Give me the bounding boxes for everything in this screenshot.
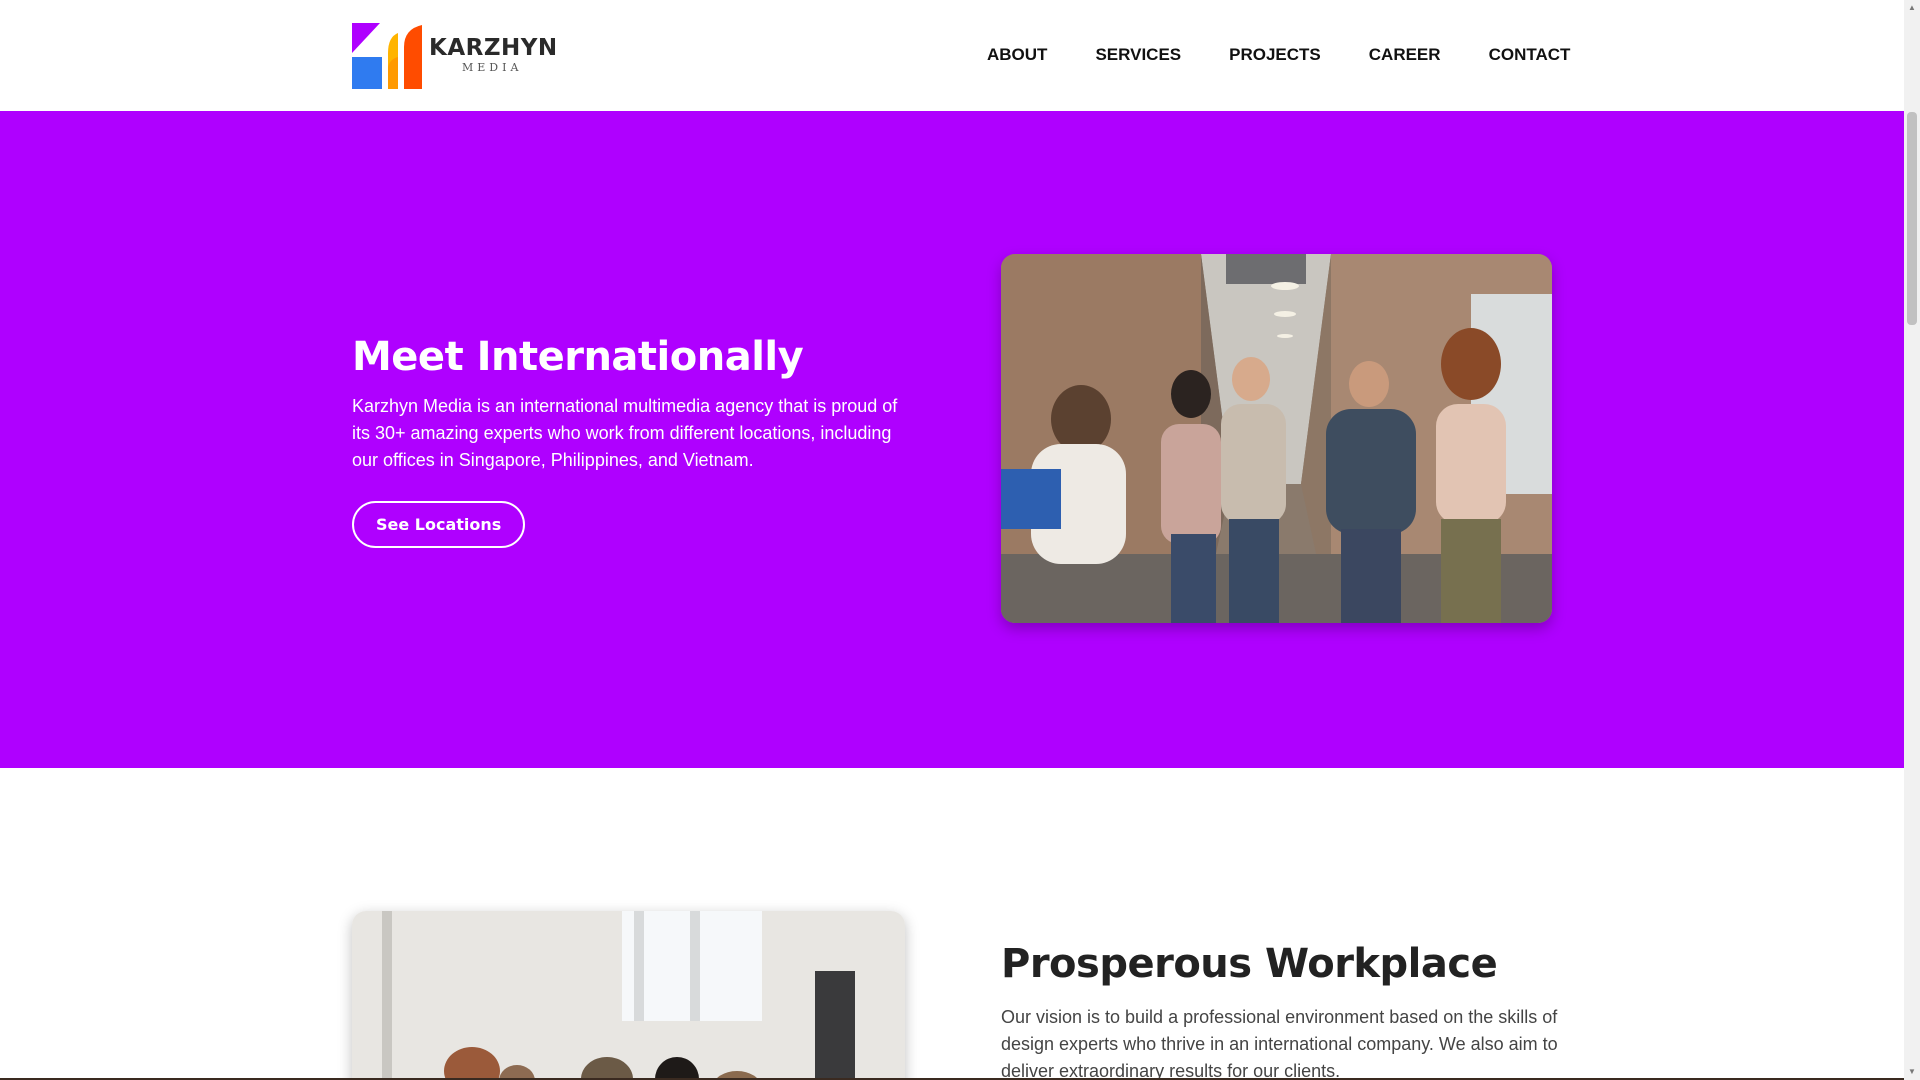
logo[interactable]: KARZHYN MEDIA	[352, 23, 557, 89]
hero-section: Meet Internationally Karzhyn Media is an…	[0, 111, 1904, 768]
scroll-down-arrow-icon[interactable]: ▼	[1907, 1066, 1917, 1078]
workplace-title: Prosperous Workplace	[1001, 941, 1498, 987]
nav-contact[interactable]: CONTACT	[1489, 45, 1571, 65]
page-scrollbar[interactable]: ▲ ▼	[1904, 0, 1920, 1080]
logo-subtitle: MEDIA	[462, 61, 523, 74]
logo-mark-icon	[352, 23, 422, 89]
scroll-up-arrow-icon[interactable]: ▲	[1907, 2, 1917, 14]
hero-title: Meet Internationally	[352, 334, 804, 380]
logo-wordmark: KARZHYN	[429, 35, 558, 61]
hero-description: Karzhyn Media is an international multim…	[352, 396, 898, 470]
office-team-image	[1001, 254, 1552, 623]
nav-services[interactable]: SERVICES	[1095, 45, 1181, 65]
nav-projects[interactable]: PROJECTS	[1229, 45, 1321, 65]
workplace-section: Prosperous Workplace Our vision is to bu…	[0, 768, 1904, 1080]
main-nav: ABOUT SERVICES PROJECTS CAREER CONTACT	[987, 45, 1570, 65]
site-header: KARZHYN MEDIA ABOUT SERVICES PROJECTS CA…	[0, 0, 1904, 111]
nav-about[interactable]: ABOUT	[987, 45, 1047, 65]
see-locations-button[interactable]: See Locations	[352, 501, 526, 548]
office-meeting-image	[352, 911, 905, 1080]
team-walking-photo	[1001, 254, 1552, 623]
workplace-photo	[352, 911, 905, 1080]
scrollbar-thumb[interactable]	[1907, 112, 1917, 325]
nav-career[interactable]: CAREER	[1369, 45, 1441, 65]
workplace-description: Our vision is to build a professional en…	[1001, 1007, 1558, 1080]
